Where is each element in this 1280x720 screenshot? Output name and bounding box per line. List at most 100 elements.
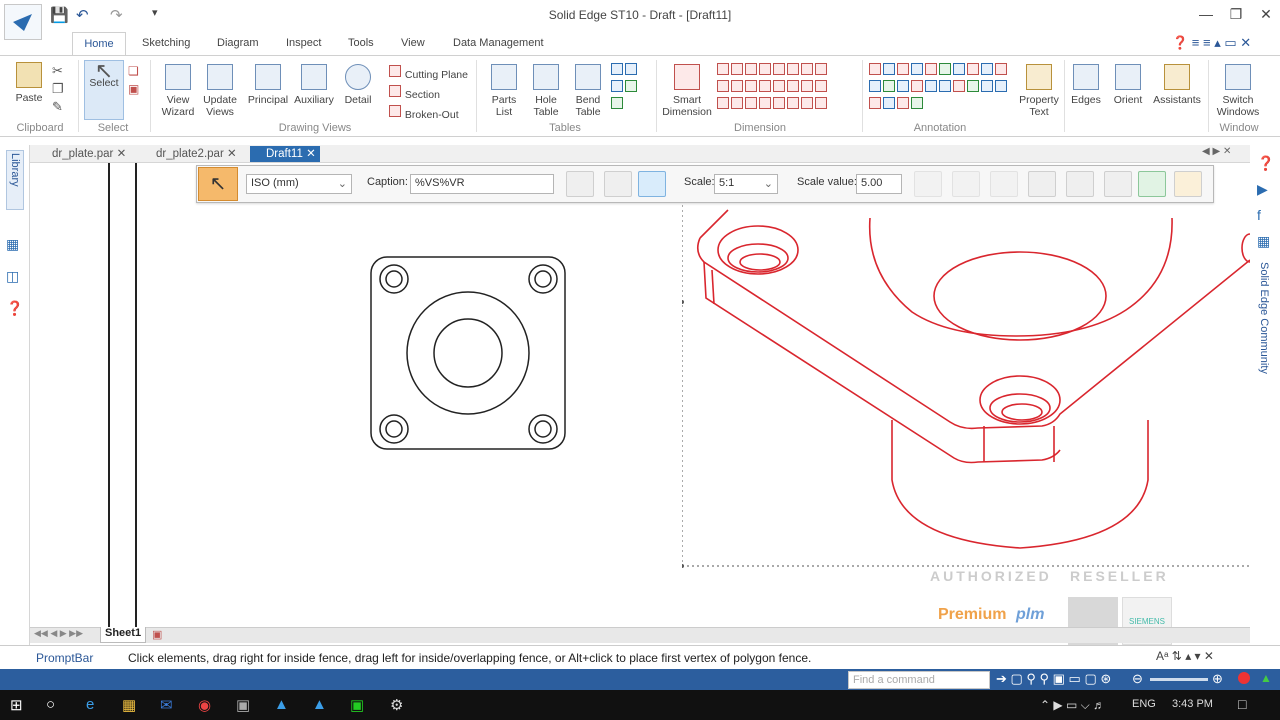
table-tools-icons[interactable]: [610, 62, 644, 113]
drawing-views-group-label: Drawing Views: [278, 122, 352, 134]
app-icon[interactable]: ▲: [312, 696, 327, 713]
doc-tab-draft11[interactable]: Draft11 ✕: [250, 146, 320, 162]
app-icon[interactable]: ▣: [236, 696, 250, 714]
find-placeholder: Find a command: [853, 674, 935, 686]
cube-icon[interactable]: [1104, 171, 1132, 197]
smart-dimension-button[interactable]: Smart Dimension: [662, 64, 712, 118]
close-icon[interactable]: ✕: [227, 148, 237, 160]
tab-data-management[interactable]: Data Management: [453, 37, 544, 49]
select-button[interactable]: ↖ Select: [84, 60, 124, 120]
caption-input[interactable]: %VS%VR: [410, 174, 554, 194]
select-tools-icons[interactable]: ❏ ▣: [128, 62, 139, 98]
broken-out-label: Broken-Out: [404, 109, 459, 121]
tab-tools[interactable]: Tools: [348, 37, 374, 49]
find-command-input[interactable]: Find a command: [848, 671, 990, 689]
principal-view-drawing[interactable]: [366, 252, 572, 456]
view-controls-icons[interactable]: ➔ ▢ ⚲ ⚲ ▣ ▭ ▢ ⊛: [996, 671, 1111, 687]
tab-sketching[interactable]: Sketching: [142, 37, 190, 49]
tray-language[interactable]: ENG: [1132, 698, 1156, 710]
record-icon[interactable]: [1238, 672, 1250, 684]
panel-tool-icons[interactable]: ▦ ◫ ❓: [6, 228, 23, 324]
community-label[interactable]: Solid Edge Community: [1258, 262, 1270, 374]
tab-diagram[interactable]: Diagram: [217, 37, 259, 49]
isometric-view-drawing[interactable]: [682, 200, 1250, 568]
file-explorer-icon[interactable]: ▦: [122, 696, 136, 714]
broken-out-button[interactable]: Broken-Out: [388, 104, 459, 121]
detail-button[interactable]: Detail: [338, 64, 378, 106]
assistants-button[interactable]: Assistants: [1152, 64, 1202, 106]
tray-clock[interactable]: 3:43 PM: [1172, 698, 1213, 710]
tab-inspect[interactable]: Inspect: [286, 37, 321, 49]
view-wizard-button[interactable]: View Wizard: [158, 64, 198, 118]
outlook-icon[interactable]: ✉: [160, 696, 173, 714]
sheet-nav-icons[interactable]: ◀◀ ◀ ▶ ▶▶: [34, 628, 83, 639]
minimize-button[interactable]: —: [1196, 6, 1216, 22]
switch-windows-icon: [1225, 64, 1251, 90]
clipboard-group-label: Clipboard: [16, 122, 64, 134]
scale-value-input[interactable]: 5.00: [856, 174, 902, 194]
app-icon[interactable]: ▣: [350, 696, 364, 714]
cursor-arrow-icon: ↖: [94, 58, 114, 83]
doc-tab-label: dr_plate.par: [52, 148, 114, 160]
view-properties-button[interactable]: [604, 171, 632, 197]
update-views-button[interactable]: Update Views: [200, 64, 240, 118]
scale-select[interactable]: 5:1 ⌄: [714, 174, 778, 194]
zoom-in-icon[interactable]: ⊕: [1212, 671, 1223, 687]
edge-browser-icon[interactable]: e: [86, 696, 94, 713]
close-button[interactable]: ✕: [1256, 6, 1276, 23]
view-tool-button[interactable]: [1066, 171, 1094, 197]
orient-button[interactable]: Orient: [1110, 64, 1146, 106]
tray-icons[interactable]: ⌃ ▶ ▭ ⌵ ♬: [1040, 698, 1105, 713]
settings-gear-icon[interactable]: ⚙: [390, 696, 403, 714]
caption-format-button[interactable]: [566, 171, 594, 197]
promptbar-controls[interactable]: Aᵃ ⇅ ▴ ▾ ✕: [1156, 649, 1214, 663]
hole-table-button[interactable]: Hole Table: [526, 64, 566, 118]
lock-icon[interactable]: [1174, 171, 1202, 197]
doc-tab-dr-plate[interactable]: dr_plate.par ✕: [36, 146, 126, 162]
zoom-slider[interactable]: [1150, 678, 1208, 681]
close-icon[interactable]: ✕: [117, 148, 127, 160]
property-text-button[interactable]: Property Text: [1016, 64, 1062, 118]
standard-select[interactable]: ISO (mm) ⌄: [246, 174, 352, 194]
view-tool-button[interactable]: [952, 171, 980, 197]
sheet-tab-sheet1[interactable]: Sheet1: [100, 627, 147, 643]
cut-copy-icons[interactable]: ✂ ❐ ✎: [52, 62, 64, 116]
shaded-cube-icon[interactable]: [1138, 171, 1166, 197]
notification-icon[interactable]: □: [1238, 696, 1246, 712]
library-tab[interactable]: Library: [6, 150, 24, 210]
cortana-icon[interactable]: ○: [46, 696, 55, 713]
restore-button[interactable]: ❐: [1226, 6, 1246, 23]
parts-list-label: Parts List: [491, 94, 517, 118]
3d-view-button[interactable]: [638, 171, 666, 197]
help-toolbar-icons[interactable]: ❓ ≡ ≡ ▴ ▭ ✕: [1172, 35, 1251, 51]
annotation-tools-icons[interactable]: [868, 62, 1012, 113]
add-sheet-icon[interactable]: ▣: [152, 628, 162, 641]
bend-table-button[interactable]: Bend Table: [568, 64, 608, 118]
zoom-out-icon[interactable]: ⊖: [1132, 671, 1143, 687]
switch-windows-button[interactable]: Switch Windows: [1212, 64, 1264, 118]
auxiliary-button[interactable]: Auxiliary: [292, 64, 336, 106]
tab-view[interactable]: View: [401, 37, 425, 49]
edges-button[interactable]: Edges: [1068, 64, 1104, 106]
cutting-plane-button[interactable]: Cutting Plane: [388, 64, 468, 81]
select-group-label: Select: [97, 122, 129, 134]
parts-list-icon: [491, 64, 517, 90]
caption-value: %VS%VR: [415, 177, 465, 189]
windows-start-icon[interactable]: ⊞: [10, 696, 23, 714]
dimension-tools-icons[interactable]: [716, 62, 840, 113]
community-link-icons[interactable]: ❓ ▶ f ▦: [1257, 150, 1274, 254]
solid-edge-taskbar-icon[interactable]: ▲: [274, 696, 289, 713]
view-tool-button[interactable]: [1028, 171, 1056, 197]
select-tool-button[interactable]: ↖: [198, 167, 238, 201]
tab-home[interactable]: Home: [72, 32, 126, 56]
doc-tab-dr-plate2[interactable]: dr_plate2.par ✕: [140, 146, 237, 162]
paste-button[interactable]: Paste: [12, 62, 46, 104]
close-icon[interactable]: ✕: [306, 148, 316, 160]
principal-button[interactable]: Principal: [246, 64, 290, 106]
chrome-icon[interactable]: ◉: [198, 696, 211, 714]
parts-list-button[interactable]: Parts List: [484, 64, 524, 118]
tab-nav-icons[interactable]: ◀ ▶ ✕: [1202, 146, 1231, 157]
view-tool-button[interactable]: [914, 171, 942, 197]
section-button[interactable]: Section: [388, 84, 440, 101]
view-tool-button[interactable]: [990, 171, 1018, 197]
